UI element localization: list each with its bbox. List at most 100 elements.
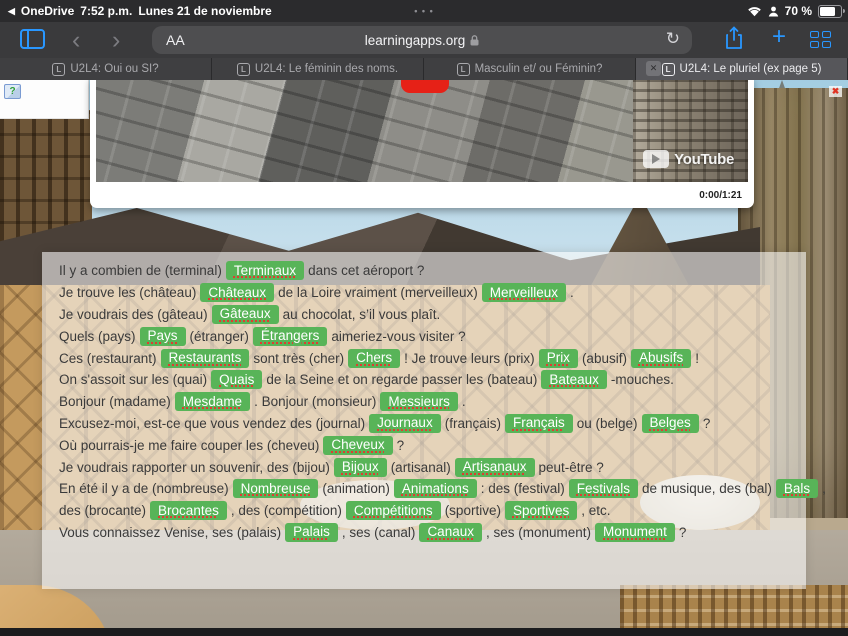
answer-chip[interactable]: Messieurs — [380, 392, 458, 412]
learningapps-favicon: L — [456, 62, 470, 76]
exercise-text: (animation) — [322, 481, 390, 497]
broken-image-icon: ? — [4, 84, 21, 99]
exercise-text: ! Je trouve leurs (prix) — [404, 350, 535, 366]
answer-chip[interactable]: Palais — [285, 522, 338, 542]
exercise-line: En été il y a de (nombreuse) Nombreuse (an… — [58, 478, 826, 500]
answer-chip[interactable]: Nombreuse — [232, 479, 319, 499]
exercise-text: Quels (pays) — [59, 328, 136, 344]
tab-label: Masculin et/ ou Féminin? — [474, 63, 603, 75]
exercise-text: Je voudrais des (gâteau) — [59, 306, 208, 322]
answer-chip[interactable]: Prix — [538, 348, 578, 368]
exercise-line: Je voudrais des (gâteau) Gâteaux au chocol… — [58, 304, 806, 326]
answer-chip[interactable]: Châteaux — [200, 283, 275, 303]
exercise-line: Vous connaissez Venise, ses (palais) Pala… — [58, 522, 806, 544]
answer-chip[interactable]: Étrangers — [252, 326, 328, 346]
answer-chip[interactable]: Bals — [775, 479, 819, 499]
answer-chip[interactable]: Canaux — [419, 522, 482, 542]
sidebar-toggle-button[interactable] — [20, 29, 45, 49]
multitask-handle[interactable]: • • • — [0, 6, 848, 16]
answer-chip[interactable]: Animations — [393, 479, 477, 499]
exercise-text: , — [822, 481, 826, 497]
answer-chip[interactable]: Restaurants — [160, 348, 250, 368]
lock-icon — [470, 35, 479, 46]
url-text[interactable]: learningapps.org — [152, 33, 692, 48]
youtube-player[interactable]: YouTube — [96, 80, 748, 182]
exercise-text: Je trouve les (château) — [59, 285, 197, 301]
exercise-text: Vous connaissez Venise, ses (palais) — [59, 524, 282, 540]
exercise-text: , ses (monument) — [485, 524, 592, 540]
exercise-line: Ces (restaurant) Restaurants sont très (ch… — [58, 347, 806, 369]
exercise-line: Il y a combien de (terminal) Terminaux dan… — [58, 260, 806, 282]
browser-tab-0[interactable]: L U2L4: Oui ou SI? — [0, 58, 212, 80]
browser-toolbar: ‹ › AA learningapps.org ↻ + — [0, 22, 848, 58]
exercise-text: Bonjour (madame) — [59, 394, 171, 410]
address-bar[interactable]: AA learningapps.org ↻ — [152, 26, 692, 54]
forward-button[interactable]: › — [112, 24, 120, 56]
wifi-icon — [747, 6, 762, 17]
answer-chip[interactable]: Cheveux — [323, 435, 393, 455]
web-content: ? ✖ YouTube 0:00/1:21 Il y a combien de … — [0, 80, 848, 628]
user-icon — [768, 6, 779, 17]
exercise-text: . — [461, 394, 466, 410]
new-tab-button[interactable]: + — [772, 23, 786, 51]
exercise-text: . — [569, 285, 574, 301]
answer-chip[interactable]: Merveilleux — [481, 283, 566, 303]
exercise-text: (sportive) — [444, 503, 501, 519]
exercise-text: , ses (canal) — [341, 524, 416, 540]
exercise-text: En été il y a de (nombreuse) — [59, 481, 229, 497]
answer-chip[interactable]: Terminaux — [225, 261, 305, 281]
exercise-text: Il y a combien de (terminal) — [59, 263, 222, 279]
reload-button[interactable]: ↻ — [666, 29, 680, 49]
youtube-watermark[interactable]: YouTube — [643, 150, 734, 168]
exercise-text: des (brocante) — [59, 503, 147, 519]
answer-chip[interactable]: Belges — [641, 413, 699, 433]
browser-tab-3[interactable]: ✕ L U2L4: Le pluriel (ex page 5) — [636, 58, 848, 80]
tab-overview-icon[interactable] — [810, 31, 832, 49]
learningapps-favicon: L — [52, 62, 66, 76]
answer-chip[interactable]: Gâteaux — [211, 304, 279, 324]
exercise-text: ou (belge) — [576, 415, 638, 431]
answer-chip[interactable]: Compétitions — [345, 501, 441, 521]
answer-chip[interactable]: Festivals — [568, 479, 638, 499]
answer-chip[interactable]: Artisanaux — [454, 457, 535, 477]
exercise-text: On s'assoit sur les (quai) — [59, 372, 208, 388]
answer-chip[interactable]: Sportives — [504, 501, 578, 521]
youtube-play-button[interactable] — [401, 80, 449, 93]
exercise-text: (français) — [444, 415, 501, 431]
answer-chip[interactable]: Français — [504, 413, 573, 433]
exercise-text: . Bonjour (monsieur) — [254, 394, 377, 410]
exercise-text: , des (compétition) — [230, 503, 342, 519]
answer-chip[interactable]: Monument — [595, 522, 675, 542]
cafe-terrace — [620, 585, 848, 628]
tab-close-icon[interactable]: ✕ — [646, 61, 661, 76]
answer-chip[interactable]: Bijoux — [333, 457, 387, 477]
share-icon[interactable] — [724, 25, 744, 51]
answer-chip[interactable]: Abusifs — [630, 348, 692, 368]
learningapps-favicon: L — [236, 62, 250, 76]
exercise-line: des (brocante) Brocantes, des (compétitio… — [58, 500, 806, 522]
answer-chip[interactable]: Brocantes — [150, 501, 227, 521]
tab-bar: L U2L4: Oui ou SI? L U2L4: Le féminin des n… — [0, 58, 848, 80]
exercise-text: ? — [702, 415, 711, 431]
answer-chip[interactable]: Pays — [139, 326, 186, 346]
exercise-line: Où pourrais-je me faire couper les (chev… — [58, 434, 806, 456]
tab-label: U2L4: Le féminin des noms. — [254, 63, 399, 75]
exercise-text: -mouches. — [610, 372, 674, 388]
exercise-text: peut-être ? — [538, 459, 604, 475]
battery-percent: 70 % — [784, 4, 812, 18]
status-right: 70 % — [747, 0, 845, 22]
back-button[interactable]: ‹ — [72, 24, 80, 56]
exercise-text: ? — [396, 437, 405, 453]
exercise-text: , etc. — [581, 503, 611, 519]
exercise-text: de la Seine et on regarde passer les (ba… — [266, 372, 538, 388]
exercise-text: aimeriez-vous visiter ? — [331, 328, 466, 344]
answer-chip[interactable]: Chers — [348, 348, 401, 368]
tab-label: U2L4: Oui ou SI? — [70, 63, 159, 75]
browser-tab-2[interactable]: L Masculin et/ ou Féminin? — [424, 58, 636, 80]
answer-chip[interactable]: Bateaux — [541, 370, 607, 390]
exercise-line: Je voudrais rapporter un souvenir, des (… — [58, 456, 806, 478]
browser-tab-1[interactable]: L U2L4: Le féminin des noms. — [212, 58, 424, 80]
answer-chip[interactable]: Mesdame — [174, 392, 251, 412]
answer-chip[interactable]: Journaux — [369, 413, 441, 433]
answer-chip[interactable]: Quais — [211, 370, 263, 390]
